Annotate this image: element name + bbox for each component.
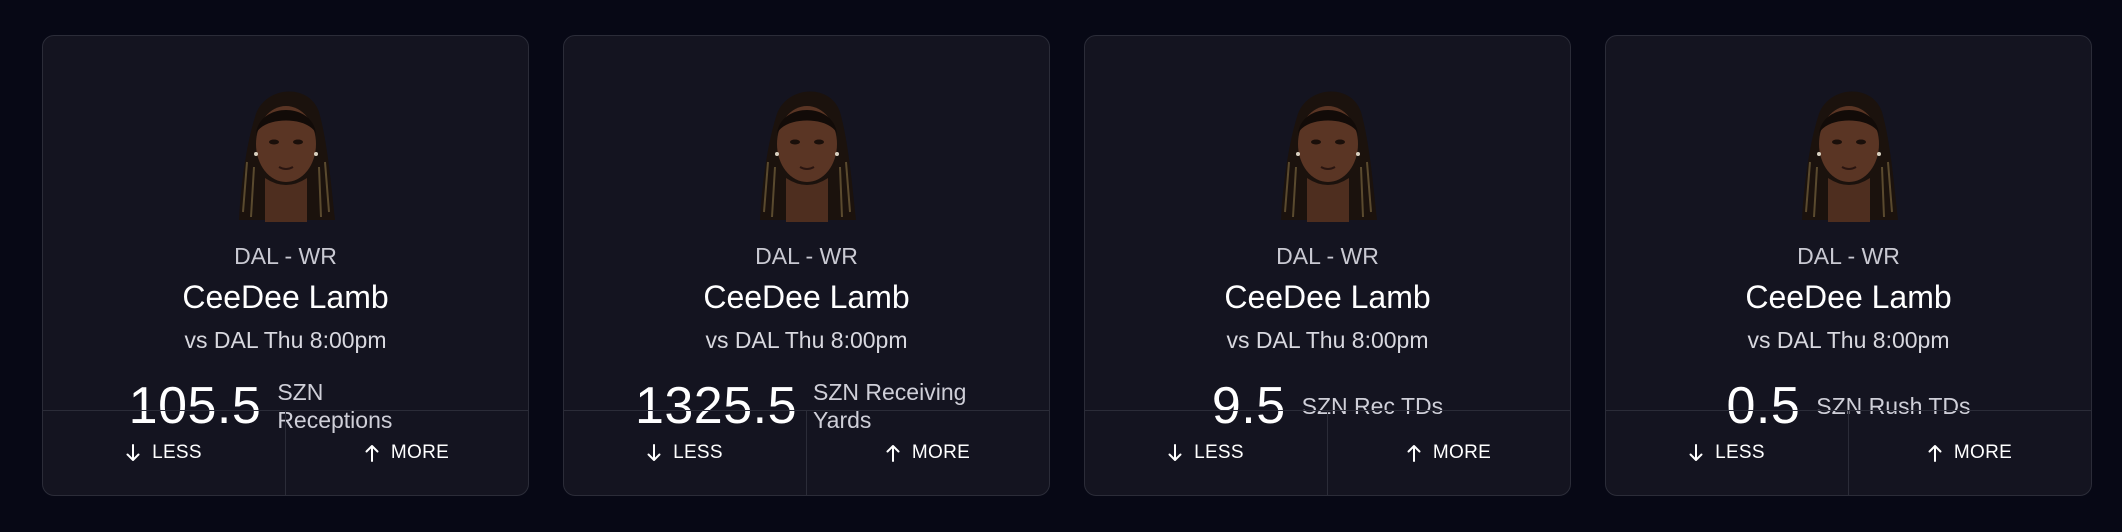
less-button[interactable]: LESS: [43, 411, 285, 495]
pick-actions: LESS MORE: [43, 410, 528, 495]
more-button[interactable]: MORE: [1327, 411, 1570, 495]
team-position: DAL - WR: [1276, 243, 1379, 269]
less-button[interactable]: LESS: [564, 411, 806, 495]
player-name: CeeDee Lamb: [1224, 279, 1431, 315]
arrow-up-icon: [886, 444, 900, 462]
less-label: LESS: [152, 442, 202, 463]
less-button[interactable]: LESS: [1606, 411, 1848, 495]
player-name: CeeDee Lamb: [1745, 279, 1952, 315]
team-position: DAL - WR: [755, 243, 858, 269]
projection-card: DAL - WR CeeDee Lamb vs DAL Thu 8:00pm 1…: [42, 35, 529, 496]
team-position: DAL - WR: [1797, 243, 1900, 269]
more-label: MORE: [1432, 442, 1492, 463]
more-button[interactable]: MORE: [285, 411, 528, 495]
pick-actions: LESS MORE: [564, 410, 1049, 495]
player-headshot: [1784, 72, 1914, 222]
player-headshot: [221, 72, 351, 222]
player-headshot: [742, 72, 872, 222]
game-info: vs DAL Thu 8:00pm: [1226, 327, 1429, 353]
pick-actions: LESS MORE: [1085, 410, 1570, 495]
more-button[interactable]: MORE: [1848, 411, 2091, 495]
game-info: vs DAL Thu 8:00pm: [1747, 327, 1950, 353]
more-label: MORE: [1953, 442, 2013, 463]
less-button[interactable]: LESS: [1085, 411, 1327, 495]
pick-actions: LESS MORE: [1606, 410, 2091, 495]
arrow-up-icon: [365, 444, 379, 462]
arrow-up-icon: [1407, 444, 1421, 462]
projection-card: DAL - WR CeeDee Lamb vs DAL Thu 8:00pm 0…: [1605, 35, 2092, 496]
arrow-down-icon: [1689, 444, 1703, 462]
player-name: CeeDee Lamb: [182, 279, 389, 315]
game-info: vs DAL Thu 8:00pm: [184, 327, 387, 353]
less-label: LESS: [673, 442, 723, 463]
game-info: vs DAL Thu 8:00pm: [705, 327, 908, 353]
less-label: LESS: [1715, 442, 1765, 463]
arrow-up-icon: [1928, 444, 1942, 462]
arrow-down-icon: [1168, 444, 1182, 462]
projection-card: DAL - WR CeeDee Lamb vs DAL Thu 8:00pm 1…: [563, 35, 1050, 496]
more-button[interactable]: MORE: [806, 411, 1049, 495]
player-headshot: [1263, 72, 1393, 222]
team-position: DAL - WR: [234, 243, 337, 269]
more-label: MORE: [911, 442, 971, 463]
more-label: MORE: [390, 442, 450, 463]
arrow-down-icon: [647, 444, 661, 462]
projection-card-row: DAL - WR CeeDee Lamb vs DAL Thu 8:00pm 1…: [42, 35, 2092, 496]
arrow-down-icon: [126, 444, 140, 462]
less-label: LESS: [1194, 442, 1244, 463]
projection-card: DAL - WR CeeDee Lamb vs DAL Thu 8:00pm 9…: [1084, 35, 1571, 496]
player-name: CeeDee Lamb: [703, 279, 910, 315]
